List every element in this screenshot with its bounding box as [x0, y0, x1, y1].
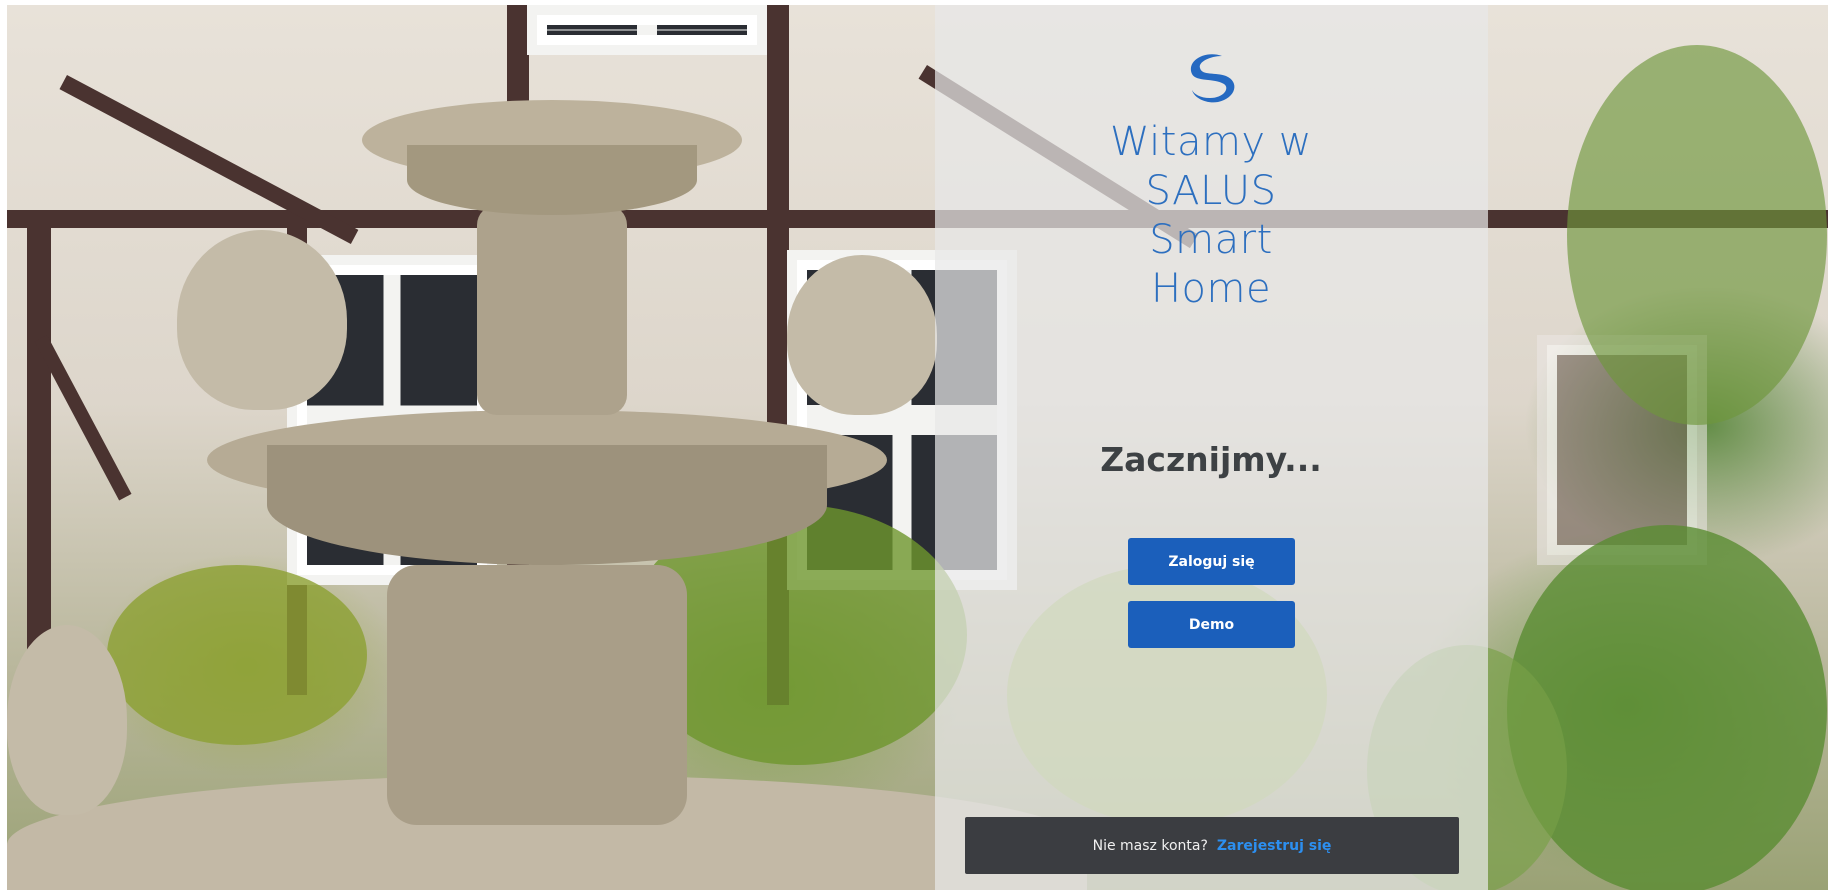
welcome-screen: Witamy w SALUS Smart Home Zacznijmy... Z…: [0, 0, 1828, 890]
salus-logo-icon: [1190, 54, 1235, 103]
bird-statue: [177, 230, 347, 410]
page-subtitle: Zacznijmy...: [1100, 440, 1322, 479]
demo-button[interactable]: Demo: [1128, 601, 1295, 648]
background-image: [7, 5, 1828, 890]
register-link[interactable]: Zarejestruj się: [1217, 838, 1332, 854]
bird-statue: [787, 255, 937, 415]
fountain-column: [477, 205, 627, 415]
login-button[interactable]: Zaloguj się: [1128, 538, 1295, 585]
signup-bar: Nie masz konta? Zarejestruj się: [965, 817, 1459, 874]
foliage: [1507, 525, 1827, 890]
foliage: [107, 565, 367, 745]
foliage: [1567, 45, 1827, 425]
welcome-line: Home: [1150, 266, 1272, 312]
house-window: [527, 5, 767, 55]
welcome-line: Smart: [1149, 217, 1273, 263]
welcome-line: SALUS: [1145, 168, 1277, 214]
fountain-bowl-body: [267, 445, 827, 565]
fountain-pedestal: [387, 565, 687, 825]
welcome-line: Witamy w: [1109, 119, 1313, 165]
no-account-text: Nie masz konta?: [1092, 837, 1208, 854]
welcome-title: Witamy w SALUS Smart Home: [1060, 118, 1362, 314]
fountain-top-bowl-body: [407, 145, 697, 215]
bird-statue: [7, 625, 127, 815]
timber-beam: [7, 210, 1828, 228]
